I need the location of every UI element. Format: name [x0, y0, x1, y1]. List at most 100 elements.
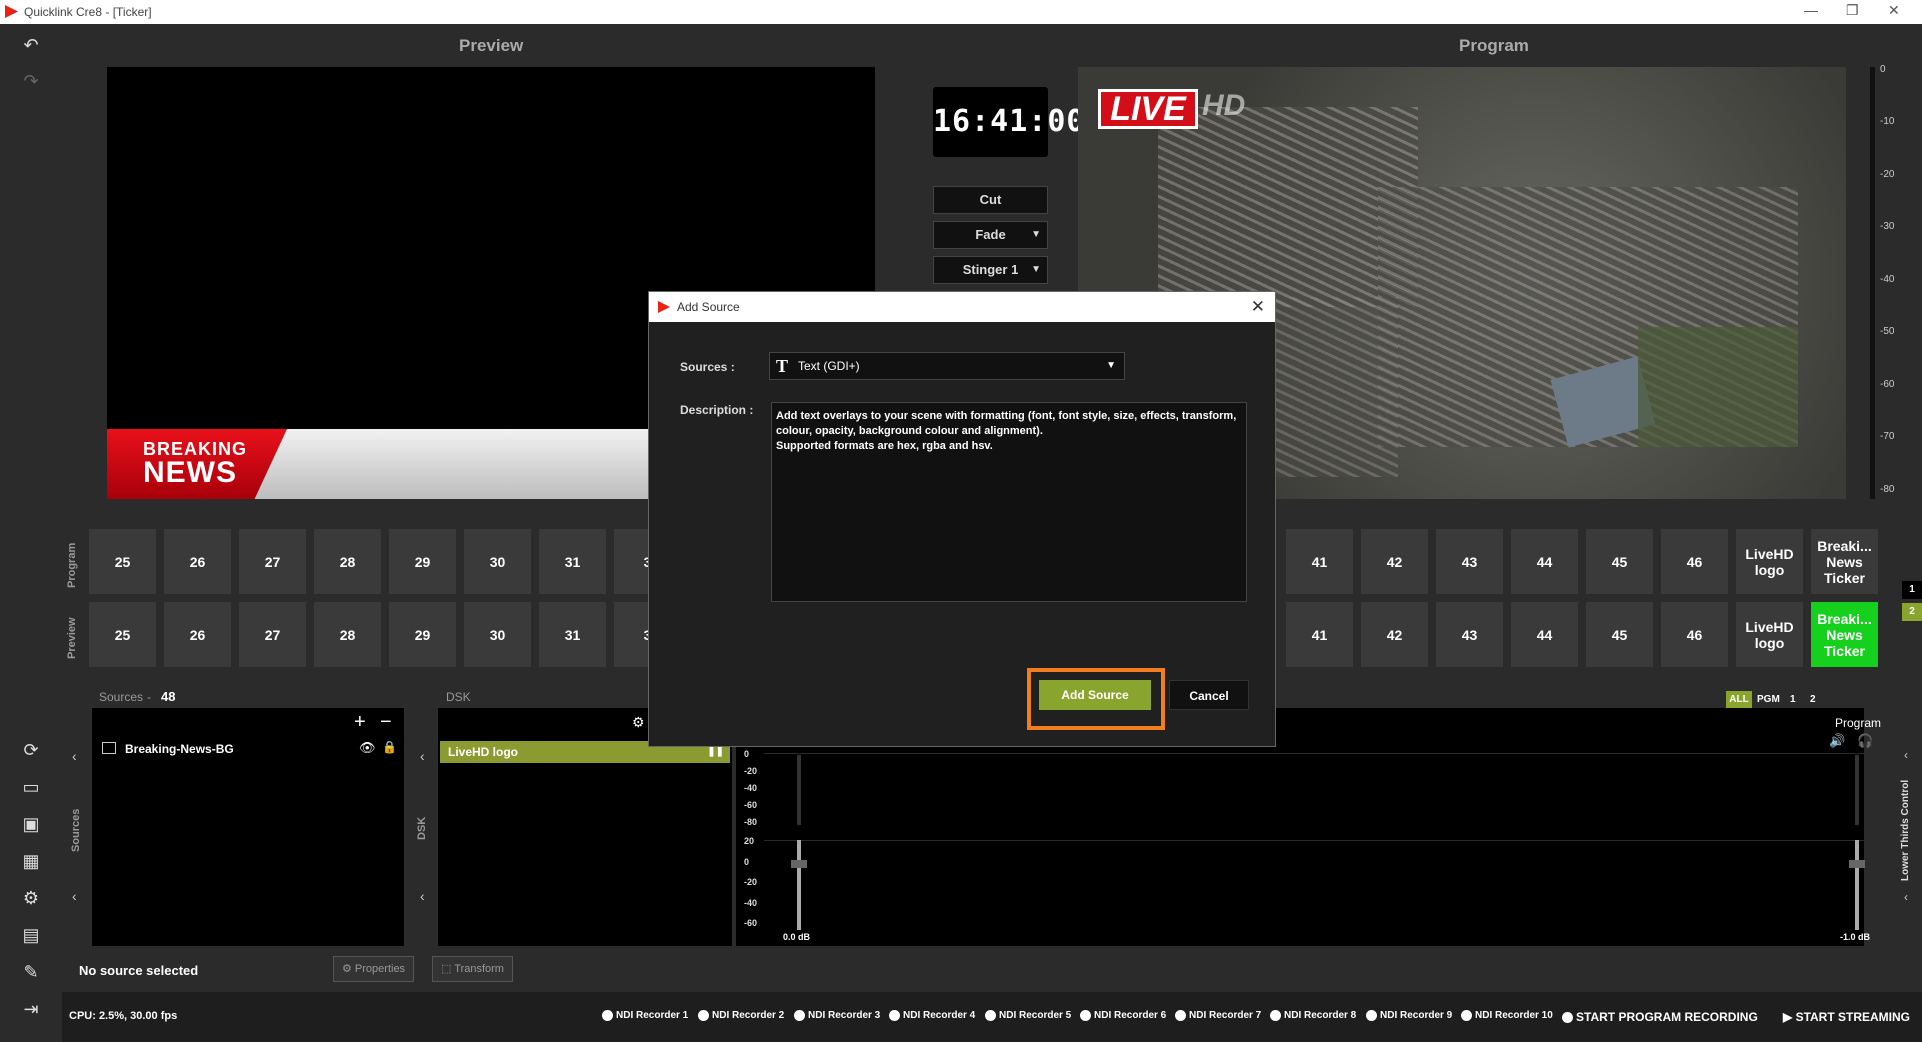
headphones-icon[interactable]: 🎧	[1857, 733, 1873, 749]
chevron-left-icon[interactable]: ‹	[1904, 748, 1908, 762]
chevron-left-icon[interactable]: ‹	[1904, 890, 1908, 904]
program-scene-tile[interactable]: 45	[1585, 528, 1654, 595]
source-item[interactable]: Breaking-News-BG 👁 🔒	[100, 740, 400, 760]
add-source-icon[interactable]: +	[354, 711, 366, 734]
chevron-down-icon[interactable]: ▼	[1031, 222, 1041, 248]
preview-scene-tile[interactable]: 45	[1585, 601, 1654, 668]
filter-all[interactable]: ALL	[1726, 691, 1752, 708]
filter-2[interactable]: 2	[1810, 694, 1816, 705]
program-scene-tile[interactable]: LiveHD logo	[1735, 528, 1804, 595]
preview-scene-tile[interactable]: 28	[313, 601, 382, 668]
ndi-recorder-10[interactable]: NDI Recorder 10	[1461, 1010, 1553, 1021]
page-badge-1[interactable]: 1	[1902, 581, 1922, 599]
cpu-status: CPU: 2.5%, 30.00 fps	[69, 1010, 178, 1022]
start-recording-button[interactable]: START PROGRAM RECORDING	[1562, 1010, 1758, 1024]
refresh-icon[interactable]: ⟳	[18, 739, 44, 761]
chevron-left-icon[interactable]: ‹	[72, 748, 77, 764]
program-scene-tile[interactable]: 26	[163, 528, 232, 595]
program-scene-tile[interactable]: 29	[388, 528, 457, 595]
program-scene-tile[interactable]: 27	[238, 528, 307, 595]
eye-icon[interactable]: 👁	[359, 740, 376, 756]
transform-label: Transform	[454, 963, 504, 975]
app-logo-icon	[658, 301, 670, 313]
preview-scene-tile[interactable]: 42	[1360, 601, 1429, 668]
ndi-recorder-9[interactable]: NDI Recorder 9	[1366, 1010, 1452, 1021]
lower-thirds-control-tab[interactable]: Lower Thirds Control	[1900, 770, 1916, 890]
exit-icon[interactable]: ⇥	[18, 998, 44, 1020]
preview-scene-tile[interactable]: 46	[1660, 601, 1729, 668]
preview-scene-tile[interactable]: 26	[163, 601, 232, 668]
close-icon[interactable]: ✕	[1251, 292, 1265, 322]
chevron-left-icon[interactable]: ‹	[72, 888, 77, 904]
audio-fader-knob[interactable]	[791, 860, 807, 868]
ndi-recorder-1[interactable]: NDI Recorder 1	[602, 1010, 688, 1021]
folder-icon[interactable]: ▤	[18, 924, 44, 946]
preview-scene-tile[interactable]: 41	[1285, 601, 1354, 668]
sources-heading: Sources	[99, 690, 144, 704]
ndi-recorder-7[interactable]: NDI Recorder 7	[1175, 1010, 1261, 1021]
transform-button[interactable]: ⬚ Transform	[432, 956, 513, 982]
lock-icon[interactable]: 🔒	[382, 740, 397, 754]
start-streaming-button[interactable]: ▶ START STREAMING	[1783, 1010, 1910, 1024]
speaker-icon[interactable]: 🔊	[1829, 733, 1845, 749]
program-audio-label: Program	[1835, 716, 1882, 730]
program-scene-tile[interactable]: 28	[313, 528, 382, 595]
page-badge-2[interactable]: 2	[1902, 603, 1922, 621]
fade-button[interactable]: Fade ▼	[933, 221, 1048, 249]
audio-scale-label: 0	[744, 749, 750, 759]
program-scene-tile[interactable]: 31	[538, 528, 607, 595]
close-window-icon[interactable]: ✕	[1888, 2, 1900, 19]
source-type-select[interactable]: T Text (GDI+) ▼	[769, 352, 1125, 380]
audio-fader-track[interactable]	[797, 840, 801, 930]
program-scene-tile[interactable]: 30	[463, 528, 532, 595]
program-scene-tile[interactable]: 43	[1435, 528, 1504, 595]
preview-scene-tile[interactable]: 25	[88, 601, 157, 668]
preview-scene-tile[interactable]: 31	[538, 601, 607, 668]
program-fader-track[interactable]	[1855, 840, 1859, 930]
redo-icon[interactable]: ↷	[18, 70, 44, 92]
chevron-down-icon[interactable]: ▼	[1106, 353, 1116, 379]
window-title: Quicklink Cre8 - [Ticker]	[24, 5, 152, 19]
add-source-button[interactable]: Add Source	[1039, 680, 1151, 710]
ndi-recorder-3[interactable]: NDI Recorder 3	[794, 1010, 880, 1021]
preview-scene-tile[interactable]: 44	[1510, 601, 1579, 668]
minimize-icon[interactable]: —	[1804, 2, 1818, 18]
remove-source-icon[interactable]: −	[380, 711, 392, 734]
gear-icon[interactable]: ⚙	[632, 714, 645, 731]
program-scene-tile[interactable]: 46	[1660, 528, 1729, 595]
program-scene-tile[interactable]: 42	[1360, 528, 1429, 595]
undo-icon[interactable]: ↶	[18, 34, 44, 56]
ndi-recorder-8[interactable]: NDI Recorder 8	[1270, 1010, 1356, 1021]
stinger-button[interactable]: Stinger 1 ▼	[933, 256, 1048, 284]
restore-icon[interactable]: ❐	[1846, 2, 1859, 19]
properties-button[interactable]: ⚙ Properties	[333, 956, 415, 982]
preview-scene-tile-active[interactable]: Breaki... News Ticker	[1810, 601, 1879, 668]
ndi-recorder-5[interactable]: NDI Recorder 5	[985, 1010, 1071, 1021]
chevron-left-icon[interactable]: ‹	[420, 888, 425, 904]
filter-1[interactable]: 1	[1790, 694, 1796, 705]
record-dot-icon	[1562, 1012, 1573, 1024]
chevron-left-icon[interactable]: ‹	[420, 748, 425, 764]
cut-button[interactable]: Cut	[933, 186, 1048, 214]
preview-scene-tile[interactable]: 27	[238, 601, 307, 668]
gear-icon[interactable]: ⚙	[18, 887, 44, 909]
ndi-recorder-6[interactable]: NDI Recorder 6	[1080, 1010, 1166, 1021]
chevron-down-icon[interactable]: ▼	[1031, 257, 1041, 283]
program-fader-knob[interactable]	[1849, 860, 1865, 868]
filter-pgm[interactable]: PGM	[1757, 694, 1780, 705]
multiview-icon[interactable]: ▦	[18, 850, 44, 872]
program-scene-tile[interactable]: 41	[1285, 528, 1354, 595]
tools-icon[interactable]: ✎	[18, 961, 44, 983]
cancel-button[interactable]: Cancel	[1169, 680, 1249, 710]
monitor-icon[interactable]: ▭	[18, 776, 44, 798]
preview-scene-tile[interactable]: 43	[1435, 601, 1504, 668]
preview-scene-tile[interactable]: 30	[463, 601, 532, 668]
display-settings-icon[interactable]: ▣	[18, 813, 44, 835]
preview-scene-tile[interactable]: 29	[388, 601, 457, 668]
ndi-recorder-2[interactable]: NDI Recorder 2	[698, 1010, 784, 1021]
program-scene-tile[interactable]: Breaki... News Ticker	[1810, 528, 1879, 595]
program-scene-tile[interactable]: 25	[88, 528, 157, 595]
preview-scene-tile[interactable]: LiveHD logo	[1735, 601, 1804, 668]
ndi-recorder-4[interactable]: NDI Recorder 4	[889, 1010, 975, 1021]
program-scene-tile[interactable]: 44	[1510, 528, 1579, 595]
